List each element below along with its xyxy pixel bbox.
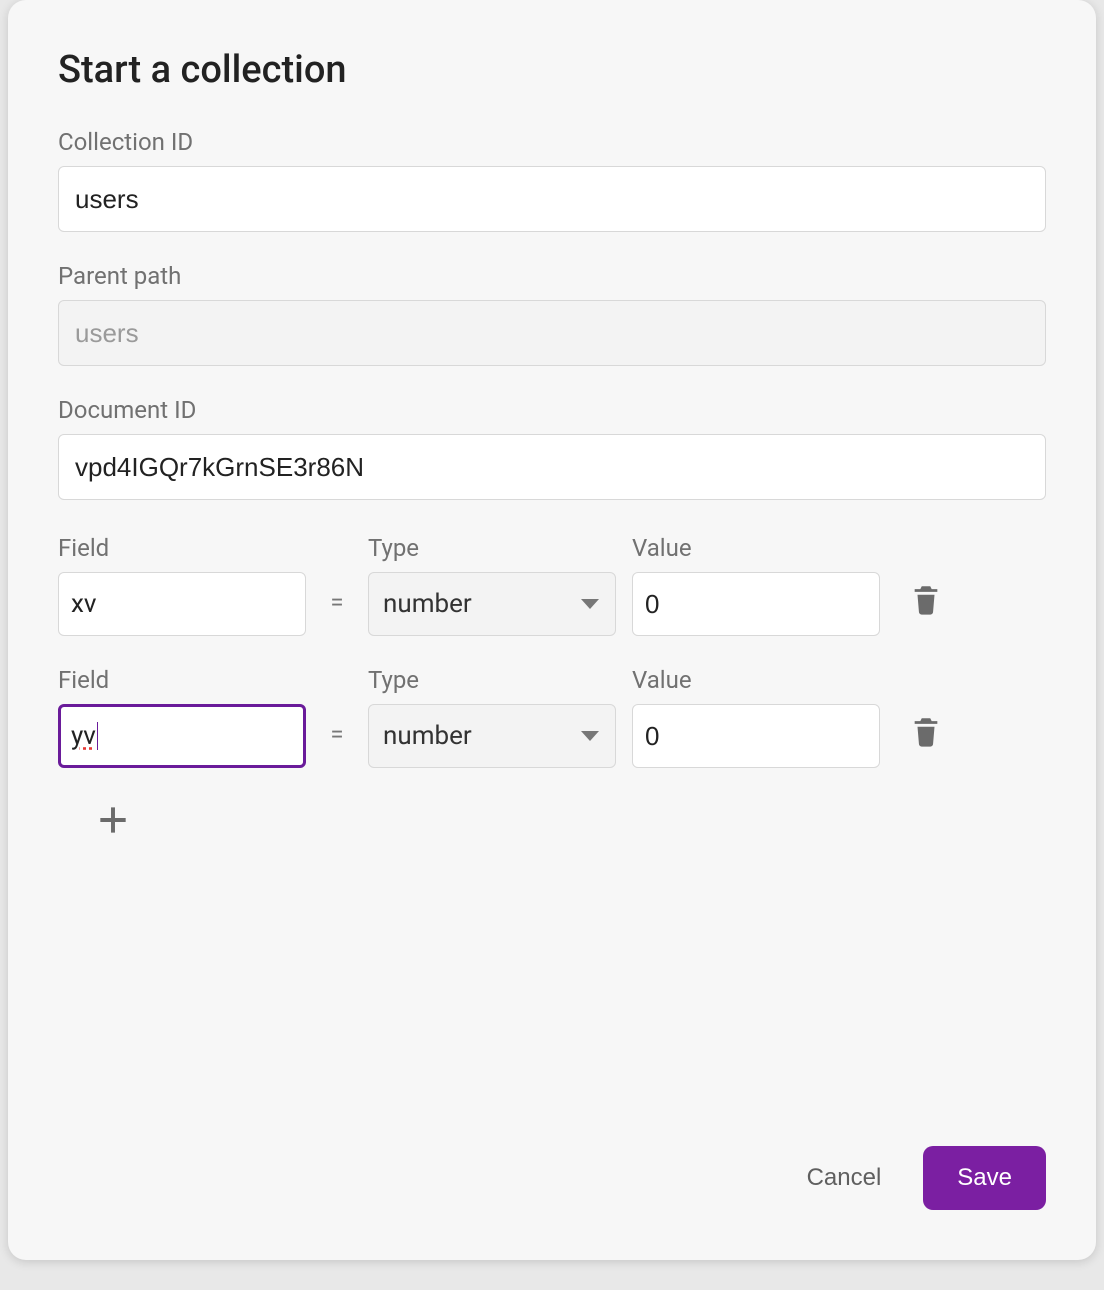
fields-area: Field xv = Type number Value [58, 534, 1046, 845]
field-row: Field yv = Type number Value [58, 666, 1046, 768]
dialog-title: Start a collection [58, 48, 1046, 92]
field-header: Field [58, 666, 306, 694]
field-value-input[interactable] [632, 704, 880, 768]
delete-field-button[interactable] [905, 708, 947, 754]
equals-sign: = [322, 588, 352, 636]
field-type-select[interactable]: number [368, 704, 616, 768]
parent-path-label: Parent path [58, 262, 1046, 290]
collection-id-label: Collection ID [58, 128, 1046, 156]
type-header: Type [368, 666, 616, 694]
start-collection-dialog: Start a collection Collection ID Parent … [8, 0, 1096, 1260]
trash-icon [909, 712, 943, 750]
cancel-button[interactable]: Cancel [801, 1150, 888, 1206]
value-header: Value [632, 534, 880, 562]
collection-id-group: Collection ID [58, 128, 1046, 232]
dialog-footer: Cancel Save [58, 1136, 1046, 1230]
collection-id-input[interactable] [58, 166, 1046, 232]
text-cursor [97, 722, 99, 750]
document-id-input[interactable] [58, 434, 1046, 500]
type-header: Type [368, 534, 616, 562]
chevron-down-icon [581, 599, 599, 609]
value-header: Value [632, 666, 880, 694]
field-value-input[interactable] [632, 572, 880, 636]
field-header: Field [58, 534, 306, 562]
parent-path-input [58, 300, 1046, 366]
field-name-input[interactable]: yv [58, 704, 306, 768]
field-name-input[interactable]: xv [58, 572, 306, 636]
field-type-select[interactable]: number [368, 572, 616, 636]
add-field-button[interactable] [88, 798, 132, 842]
trash-icon [909, 580, 943, 618]
equals-sign: = [322, 720, 352, 768]
chevron-down-icon [581, 731, 599, 741]
field-row: Field xv = Type number Value [58, 534, 1046, 636]
document-id-label: Document ID [58, 396, 1046, 424]
parent-path-group: Parent path [58, 262, 1046, 366]
document-id-group: Document ID [58, 396, 1046, 500]
delete-field-button[interactable] [905, 576, 947, 622]
plus-icon [94, 801, 126, 839]
save-button[interactable]: Save [923, 1146, 1046, 1210]
